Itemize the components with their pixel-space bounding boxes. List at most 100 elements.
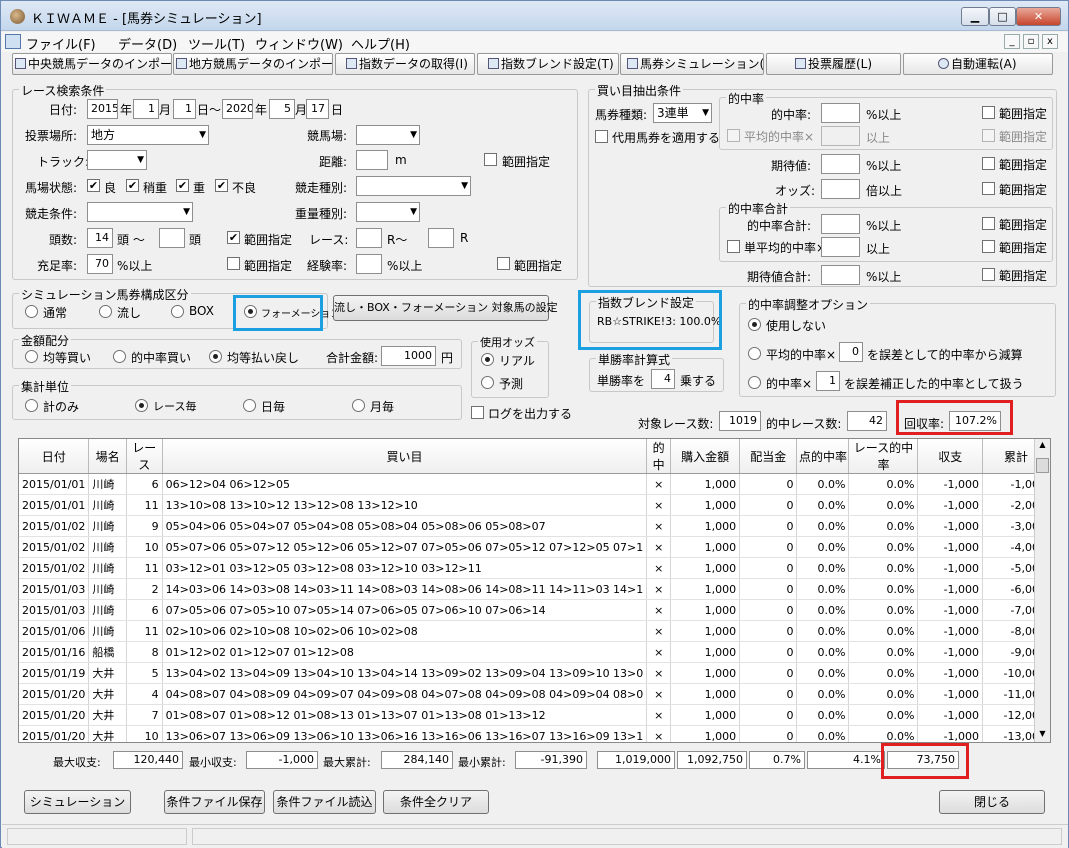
agg-month-radio[interactable] — [352, 399, 365, 412]
menu-window[interactable]: ウィンドウ(W) — [255, 34, 343, 53]
scroll-up-icon[interactable]: ▲ — [1036, 440, 1049, 452]
table-row[interactable]: 2015/01/03 川崎 2 14>03>06 14>03>08 14>03>11 … — [19, 578, 1050, 600]
to-day-field[interactable]: 17 — [306, 99, 329, 119]
table-row[interactable]: 2015/01/06 川崎 11 02>10>06 02>10>08 10>02>06… — [19, 620, 1050, 642]
sim-flow-radio[interactable] — [99, 305, 112, 318]
exp-total-field[interactable] — [821, 265, 860, 285]
column-header[interactable]: レース的中率 — [848, 439, 919, 474]
cond-good-checkbox[interactable]: ✔ — [87, 179, 100, 192]
table-row[interactable]: 2015/01/20 大井 4 04>08>07 04>08>09 04>09>07 … — [19, 683, 1050, 705]
avg-hit-checkbox[interactable] — [727, 129, 740, 142]
from-month-field[interactable]: 1 — [133, 99, 159, 119]
cond-heavy-checkbox[interactable]: ✔ — [176, 179, 189, 192]
track-name-select[interactable] — [356, 125, 420, 145]
vote-history-button[interactable]: 投票履歴(L) — [766, 53, 901, 75]
distance-range-checkbox[interactable] — [484, 153, 497, 166]
column-header[interactable]: レース — [126, 439, 163, 474]
table-row[interactable]: 2015/01/02 川崎 9 05>04>06 05>04>07 05>04>08 … — [19, 515, 1050, 537]
mdi-icon[interactable] — [5, 34, 21, 49]
to-month-field[interactable]: 5 — [269, 99, 295, 119]
from-year-field[interactable]: 2015 — [87, 99, 118, 119]
single-avg-field[interactable] — [821, 237, 860, 257]
heads-range-checkbox[interactable]: ✔ — [227, 231, 240, 244]
expect-field[interactable] — [821, 154, 860, 174]
money-hit-radio[interactable] — [113, 350, 126, 363]
mdi-close-button[interactable]: x — [1042, 34, 1058, 49]
odds-real-radio[interactable] — [481, 353, 494, 366]
mdi-minimize-button[interactable]: _ — [1004, 34, 1020, 49]
table-row[interactable]: 2015/01/03 川崎 6 07>05>06 07>05>10 07>05>14 … — [19, 599, 1050, 621]
bet-type-select[interactable]: 3連単 — [653, 103, 712, 123]
agg-total-radio[interactable] — [25, 399, 38, 412]
table-row[interactable]: 2015/01/01 川崎 11 13>10>08 13>10>12 13>12>08… — [19, 494, 1050, 516]
fill-range-checkbox[interactable] — [227, 257, 240, 270]
clear-conditions-button[interactable]: 条件全クリア — [383, 790, 489, 814]
agg-race-radio[interactable] — [135, 399, 148, 412]
race-to-field[interactable] — [428, 228, 454, 248]
column-header[interactable]: 場名 — [88, 439, 127, 474]
money-payout-radio[interactable] — [209, 350, 222, 363]
column-header[interactable]: 点的中率 — [796, 439, 850, 474]
heads-from-field[interactable]: 14 — [87, 228, 113, 248]
venue-select[interactable]: 地方 — [87, 125, 209, 145]
scroll-thumb[interactable] — [1036, 458, 1049, 473]
results-table[interactable]: 日付 場名 レース 買い目 的中 購入金額 配当金 点的中率 レース的中率 収支 累計 2015/0… — [18, 438, 1051, 743]
exp-total-range-checkbox[interactable] — [982, 268, 995, 281]
column-header[interactable]: 的中 — [646, 439, 672, 474]
column-header[interactable]: 日付 — [19, 439, 90, 474]
odds-range-checkbox[interactable] — [982, 182, 995, 195]
cond-slightly-heavy-checkbox[interactable]: ✔ — [126, 179, 139, 192]
weight-select[interactable] — [356, 202, 420, 222]
odds-predict-radio[interactable] — [481, 376, 494, 389]
avg-hit-range-checkbox[interactable] — [982, 129, 995, 142]
scroll-down-icon[interactable]: ▼ — [1036, 729, 1049, 741]
odds-value-field[interactable] — [821, 179, 860, 199]
menu-tools[interactable]: ツール(T) — [188, 34, 245, 53]
sim-normal-radio[interactable] — [25, 305, 38, 318]
fill-field[interactable]: 70 — [87, 254, 113, 274]
table-row[interactable]: 2015/01/01 川崎 6 06>12>04 06>12>05 × 1,000 0 0.0… — [19, 473, 1050, 495]
table-row[interactable]: 2015/01/02 川崎 11 03>12>01 03>12>05 03>12>08… — [19, 557, 1050, 579]
import-local-button[interactable]: 地方競馬データのインポート(N) — [173, 53, 333, 75]
mdi-restore-button[interactable]: ▫ — [1023, 34, 1039, 49]
single-avg-range-checkbox[interactable] — [982, 240, 995, 253]
log-output-checkbox[interactable] — [471, 406, 484, 419]
load-conditions-button[interactable]: 条件ファイル読込 — [273, 790, 376, 814]
cond-bad-checkbox[interactable]: ✔ — [215, 179, 228, 192]
adjust-avg-field[interactable]: 0 — [839, 342, 863, 362]
table-row[interactable]: 2015/01/02 川崎 10 05>07>06 05>07>12 05>12>06… — [19, 536, 1050, 558]
menu-file[interactable]: ファイル(F) — [26, 34, 96, 53]
race-cond-select[interactable] — [87, 202, 193, 222]
hit-field[interactable] — [821, 103, 860, 123]
get-index-button[interactable]: 指数データの取得(I) — [335, 53, 475, 75]
menu-data[interactable]: データ(D) — [118, 34, 177, 53]
expect-range-checkbox[interactable] — [982, 157, 995, 170]
save-conditions-button[interactable]: 条件ファイル保存 — [164, 790, 265, 814]
simulate-button[interactable]: シミュレーション — [24, 790, 131, 814]
hit-total-field[interactable] — [821, 214, 860, 234]
adjust-hit-field[interactable]: 1 — [816, 371, 840, 391]
table-row[interactable]: 2015/01/19 大井 5 13>04>02 13>04>09 13>04>10 … — [19, 662, 1050, 684]
import-central-button[interactable]: 中央競馬データのインポート(J) — [12, 53, 172, 75]
bet-sim-button[interactable]: 馬券シミュレーション(B) — [620, 53, 764, 75]
index-blend-button[interactable]: 指数ブレンド設定(T) — [477, 53, 619, 75]
hit-range-checkbox[interactable] — [982, 106, 995, 119]
minimize-button[interactable]: ▁ — [961, 7, 989, 26]
hit-total-range-checkbox[interactable] — [982, 217, 995, 230]
formation-config-button[interactable]: 流し・BOX・フォーメーション 対象馬の設定 — [333, 295, 558, 321]
auto-run-button[interactable]: 自動運転(A) — [903, 53, 1053, 75]
table-row[interactable]: 2015/01/20 大井 10 13>06>07 13>06>09 13>06>10… — [19, 725, 1050, 742]
total-field[interactable]: 1000 — [381, 346, 436, 366]
menu-help[interactable]: ヘルプ(H) — [351, 34, 410, 53]
table-scrollbar[interactable]: ▲ ▼ — [1034, 439, 1050, 742]
close-button[interactable]: 閉じる — [939, 790, 1045, 814]
sim-box-radio[interactable] — [171, 305, 184, 318]
agg-day-radio[interactable] — [243, 399, 256, 412]
race-from-field[interactable] — [356, 228, 382, 248]
avg-hit-field[interactable] — [821, 126, 860, 146]
adjust-avg-radio[interactable] — [748, 347, 761, 360]
race-type-select[interactable] — [356, 176, 471, 196]
close-window-button[interactable]: ✕ — [1016, 7, 1061, 26]
substitute-checkbox[interactable] — [595, 130, 608, 143]
adjust-none-radio[interactable] — [748, 318, 761, 331]
